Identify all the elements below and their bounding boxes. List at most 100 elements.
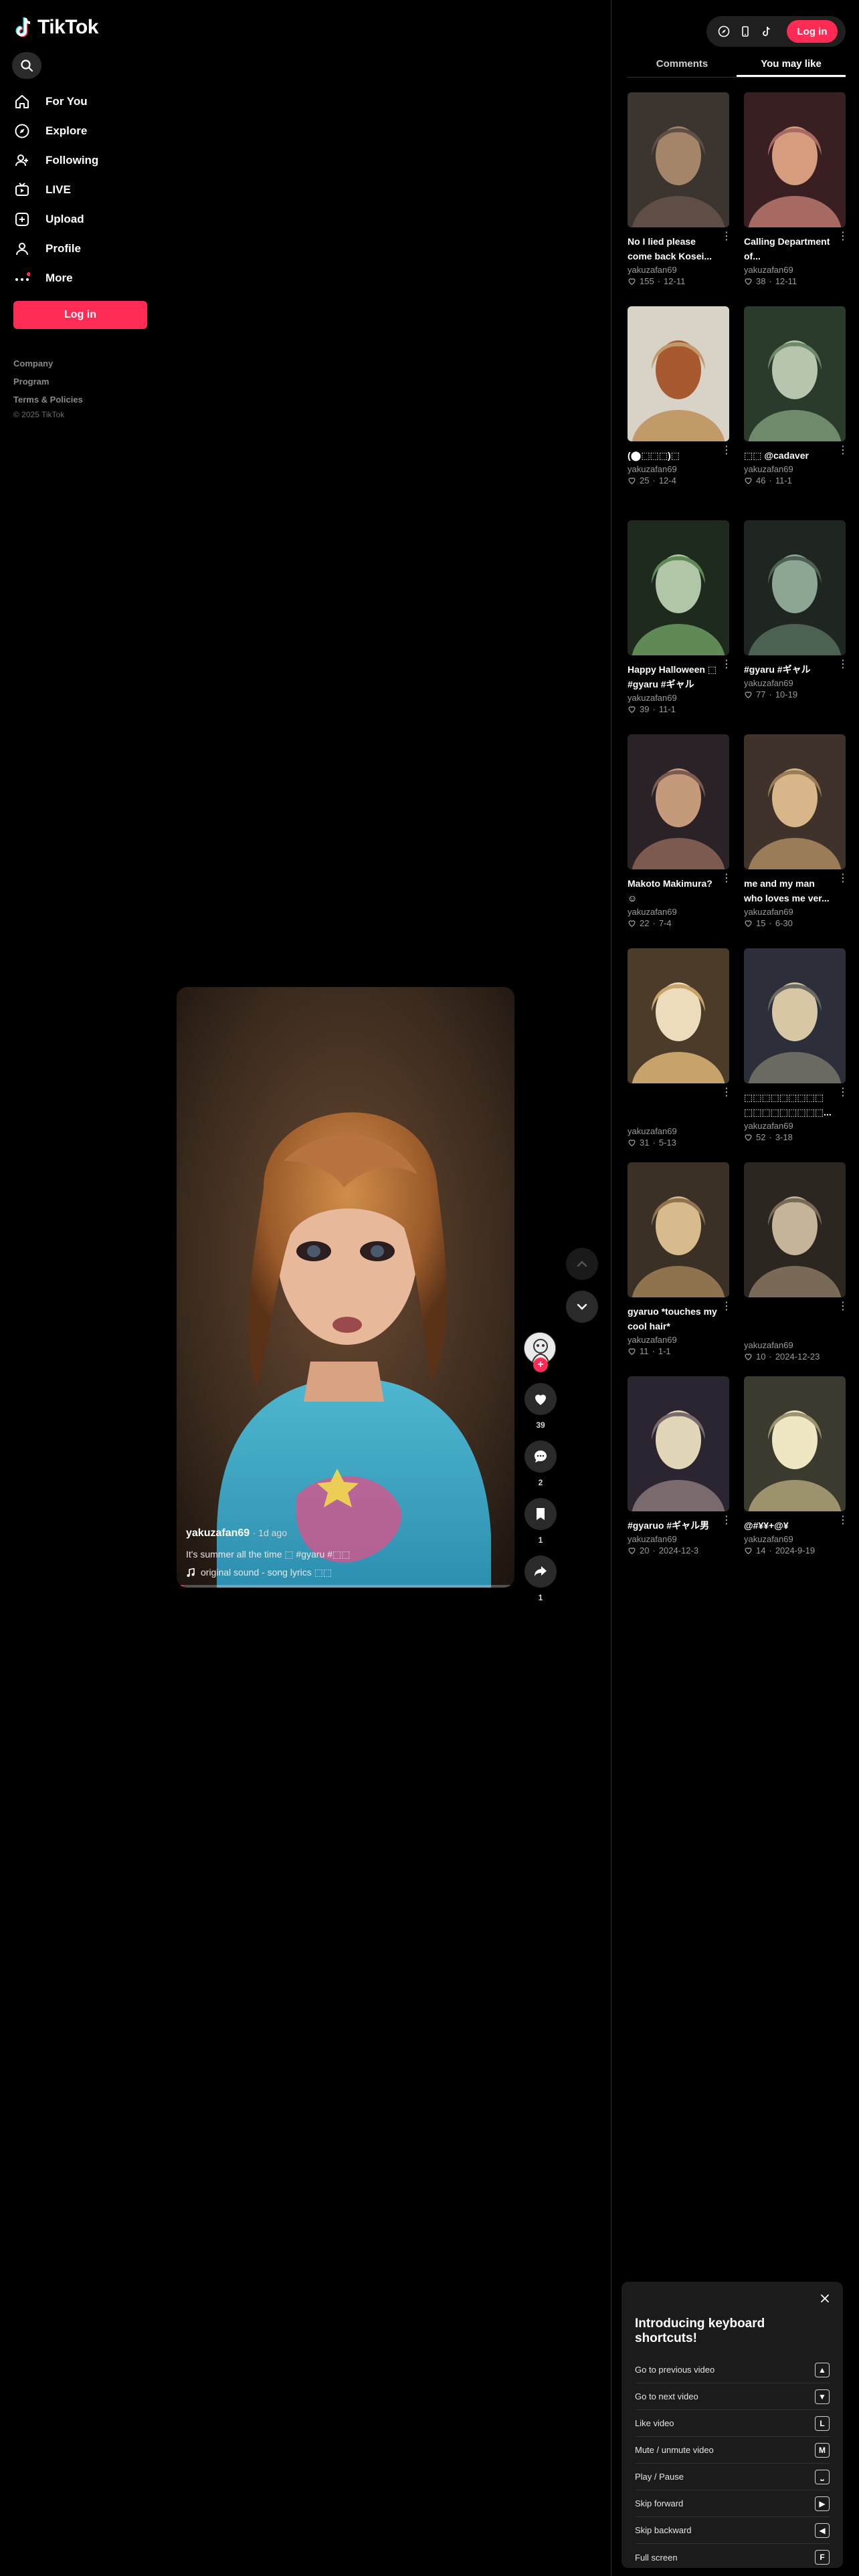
card-author[interactable]: yakuzafan69 (744, 678, 846, 688)
tab-comments[interactable]: Comments (628, 53, 737, 77)
tiktok-mini-icon[interactable] (759, 23, 775, 39)
more-options-icon[interactable]: ⋮ (721, 1515, 732, 1526)
recommendation-card[interactable]: No I lied please come back Kosei... ⋮ ya… (628, 92, 732, 306)
recommendation-card[interactable]: Calling Department of... ⋮ yakuzafan69 3… (744, 92, 848, 306)
card-title[interactable]: @#¥¥+@¥ (744, 1518, 846, 1533)
video-thumbnail[interactable] (744, 306, 846, 441)
video-player[interactable]: yakuzafan69 · 1d ago It's summer all the… (177, 987, 514, 1588)
comment-button[interactable] (524, 1440, 557, 1473)
card-title[interactable]: ⬚⬚⬚⬚⬚⬚⬚⬚⬚ ⬚⬚⬚⬚⬚⬚⬚⬚⬚... (744, 1090, 846, 1119)
video-progress-bar[interactable] (177, 1585, 514, 1588)
card-title[interactable]: me and my man who loves me ver... (744, 876, 846, 905)
sidebar-item-upload[interactable]: Upload (13, 205, 98, 234)
card-author[interactable]: yakuzafan69 (628, 464, 729, 474)
more-options-icon[interactable]: ⋮ (721, 1301, 732, 1312)
tab-you-may-like[interactable]: You may like (737, 53, 846, 77)
card-title[interactable]: No I lied please come back Kosei... (628, 234, 729, 263)
card-title[interactable]: gyaruo *touches my cool hair* (628, 1304, 729, 1333)
card-title[interactable]: ⬚⬚ @cadaver (744, 448, 846, 463)
follow-plus-button[interactable]: + (533, 1358, 548, 1372)
card-title[interactable]: (⬤⬚⬚⬚)⬚ (628, 448, 729, 463)
card-title[interactable]: #gyaru #ギャル (744, 662, 846, 677)
recommendation-card[interactable]: (⬤⬚⬚⬚)⬚ ⋮ yakuzafan69 25 · 12-4 (628, 306, 732, 520)
next-video-button[interactable] (566, 1291, 598, 1323)
previous-video-button[interactable] (566, 1248, 598, 1280)
recommendation-card[interactable]: @#¥¥+@¥ ⋮ yakuzafan69 14 · 2024-9-19 (744, 1376, 848, 1590)
video-thumbnail[interactable] (744, 92, 846, 227)
recommendation-card[interactable]: ⬚⬚⬚⬚⬚⬚⬚⬚⬚ ⬚⬚⬚⬚⬚⬚⬚⬚⬚... ⋮ yakuzafan69 52 … (744, 948, 848, 1162)
more-options-icon[interactable]: ⋮ (838, 445, 848, 456)
author-avatar-wrap[interactable]: + (524, 1332, 557, 1372)
footer-link-company[interactable]: Company (13, 354, 83, 372)
card-author[interactable]: yakuzafan69 (744, 907, 846, 917)
video-thumbnail[interactable] (744, 1376, 846, 1511)
video-thumbnail[interactable] (744, 520, 846, 655)
video-thumbnail[interactable] (628, 734, 729, 869)
card-title[interactable]: Makoto Makimura? ☺ (628, 876, 729, 905)
card-author[interactable]: yakuzafan69 (628, 265, 729, 275)
search-button[interactable] (12, 52, 41, 79)
recommendation-card[interactable]: Makoto Makimura? ☺ ⋮ yakuzafan69 22 · 7-… (628, 734, 732, 948)
recommendation-card[interactable]: gyaruo *touches my cool hair* ⋮ yakuzafa… (628, 1162, 732, 1376)
card-author[interactable]: yakuzafan69 (744, 464, 846, 474)
recommendation-card[interactable]: me and my man who loves me ver... ⋮ yaku… (744, 734, 848, 948)
more-options-icon[interactable]: ⋮ (838, 1301, 848, 1312)
video-thumbnail[interactable] (744, 1162, 846, 1297)
recommendation-card[interactable]: ⬚⬚ @cadaver ⋮ yakuzafan69 46 · 11-1 (744, 306, 848, 520)
card-title[interactable]: Calling Department of... (744, 234, 846, 263)
video-author[interactable]: yakuzafan69 (186, 1527, 250, 1539)
more-options-icon[interactable]: ⋮ (838, 1515, 848, 1526)
footer-link-terms[interactable]: Terms & Policies (13, 391, 83, 409)
video-thumbnail[interactable] (628, 1162, 729, 1297)
recommendation-card[interactable]: #gyaruo #ギャル男 ⋮ yakuzafan69 20 · 2024-12… (628, 1376, 732, 1590)
more-options-icon[interactable]: ⋮ (721, 1087, 732, 1098)
card-author[interactable]: yakuzafan69 (744, 1340, 846, 1350)
card-author[interactable]: yakuzafan69 (744, 265, 846, 275)
sidebar-login-button[interactable]: Log in (13, 301, 147, 329)
sidebar-item-following[interactable]: Following (13, 146, 98, 175)
card-author[interactable]: yakuzafan69 (628, 693, 729, 703)
video-thumbnail[interactable] (744, 948, 846, 1083)
sidebar-item-profile[interactable]: Profile (13, 234, 98, 263)
more-options-icon[interactable]: ⋮ (838, 231, 848, 242)
header-login-button[interactable]: Log in (787, 20, 838, 43)
footer-link-program[interactable]: Program (13, 372, 83, 391)
more-options-icon[interactable]: ⋮ (721, 659, 732, 670)
card-author[interactable]: yakuzafan69 (628, 1126, 729, 1136)
recommendation-card[interactable]: #gyaru #ギャル ⋮ yakuzafan69 77 · 10-19 (744, 520, 848, 734)
more-options-icon[interactable]: ⋮ (721, 445, 732, 456)
more-options-icon[interactable]: ⋮ (838, 659, 848, 670)
card-title[interactable]: Happy Halloween ⬚ #gyaru #ギャル (628, 662, 729, 691)
recommendation-card[interactable]: Happy Halloween ⬚ #gyaru #ギャル ⋮ yakuzafa… (628, 520, 732, 734)
sidebar-item-more[interactable]: More (13, 263, 98, 293)
card-author[interactable]: yakuzafan69 (628, 907, 729, 917)
sidebar-item-live[interactable]: LIVE (13, 175, 98, 205)
video-thumbnail[interactable] (628, 520, 729, 655)
device-icon[interactable] (737, 23, 753, 39)
tiktok-logo[interactable]: TikTok (15, 16, 98, 39)
video-thumbnail[interactable] (628, 306, 729, 441)
card-title[interactable]: #gyaruo #ギャル男 (628, 1518, 729, 1533)
more-options-icon[interactable]: ⋮ (838, 1087, 848, 1098)
video-sound[interactable]: original sound - song lyrics ⬚⬚ (186, 1567, 474, 1578)
video-thumbnail[interactable] (628, 1376, 729, 1511)
video-thumbnail[interactable] (744, 734, 846, 869)
save-button[interactable] (524, 1498, 557, 1530)
recommendation-card[interactable]: ⋮ yakuzafan69 31 · 5-13 (628, 948, 732, 1162)
video-thumbnail[interactable] (628, 92, 729, 227)
more-options-icon[interactable]: ⋮ (838, 873, 848, 884)
sidebar-item-explore[interactable]: Explore (13, 116, 98, 146)
sidebar-item-for-you[interactable]: For You (13, 87, 98, 116)
card-author[interactable]: yakuzafan69 (628, 1534, 729, 1544)
explore-compass-icon[interactable] (716, 23, 732, 39)
video-thumbnail[interactable] (628, 948, 729, 1083)
close-button[interactable] (818, 2291, 832, 2306)
recommendation-card[interactable]: ⋮ yakuzafan69 10 · 2024-12-23 (744, 1162, 848, 1376)
card-author[interactable]: yakuzafan69 (628, 1335, 729, 1345)
card-author[interactable]: yakuzafan69 (744, 1534, 846, 1544)
like-button[interactable] (524, 1383, 557, 1415)
more-options-icon[interactable]: ⋮ (721, 873, 732, 884)
share-button[interactable] (524, 1555, 557, 1588)
more-options-icon[interactable]: ⋮ (721, 231, 732, 242)
card-author[interactable]: yakuzafan69 (744, 1121, 846, 1131)
